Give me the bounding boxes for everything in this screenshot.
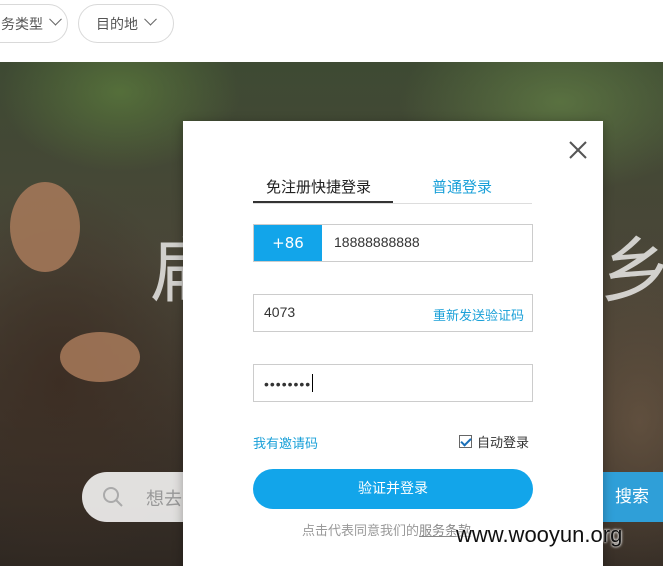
hero-title-end: 乡 <box>600 229 663 313</box>
hero-photo-detail <box>60 332 140 382</box>
resend-code-link[interactable]: 重新发送验证码 <box>433 305 524 324</box>
auto-login-checkbox[interactable] <box>459 435 472 448</box>
service-type-filter[interactable]: 务类型 <box>0 4 68 43</box>
password-field[interactable]: •••••••• <box>253 364 533 402</box>
auto-login-toggle[interactable]: 自动登录 <box>459 432 529 451</box>
chevron-down-icon <box>49 12 62 26</box>
phone-field[interactable]: +86 18888888888 <box>253 224 533 262</box>
login-tabs: 免注册快捷登录 普通登录 <box>253 171 532 204</box>
chevron-down-icon <box>144 12 157 26</box>
verify-login-button[interactable]: 验证并登录 <box>253 469 533 509</box>
search-button[interactable]: 搜索 <box>603 472 663 522</box>
search-icon <box>103 487 123 507</box>
phone-input[interactable]: 18888888888 <box>334 234 420 250</box>
terms-notice: 点击代表同意我们的服务条款 <box>302 520 471 539</box>
login-modal: 免注册快捷登录 普通登录 +86 18888888888 4073 重新发送验证… <box>183 121 603 566</box>
active-tab-indicator <box>253 201 393 203</box>
invite-code-link[interactable]: 我有邀请码 <box>253 433 318 452</box>
auto-login-label: 自动登录 <box>477 436 530 451</box>
destination-label: 目的地 <box>96 16 138 33</box>
verification-code-input[interactable]: 4073 <box>264 304 295 320</box>
tab-quick-login[interactable]: 免注册快捷登录 <box>266 176 371 197</box>
password-input[interactable]: •••••••• <box>264 374 314 392</box>
country-code-select[interactable]: +86 <box>254 225 322 261</box>
password-mask: •••••••• <box>264 376 312 392</box>
close-icon[interactable] <box>567 139 589 161</box>
hero-photo-detail <box>10 182 80 272</box>
tab-normal-login[interactable]: 普通登录 <box>432 176 492 197</box>
verification-code-field[interactable]: 4073 重新发送验证码 <box>253 294 533 332</box>
filter-bar: 务类型 目的地 <box>0 0 663 62</box>
terms-prefix: 点击代表同意我们的 <box>302 524 420 539</box>
watermark: www.wooyun.org <box>456 522 623 547</box>
service-type-label: 务类型 <box>1 16 43 33</box>
destination-filter[interactable]: 目的地 <box>78 4 174 43</box>
text-caret <box>312 374 314 392</box>
search-placeholder: 想去 <box>146 489 182 510</box>
